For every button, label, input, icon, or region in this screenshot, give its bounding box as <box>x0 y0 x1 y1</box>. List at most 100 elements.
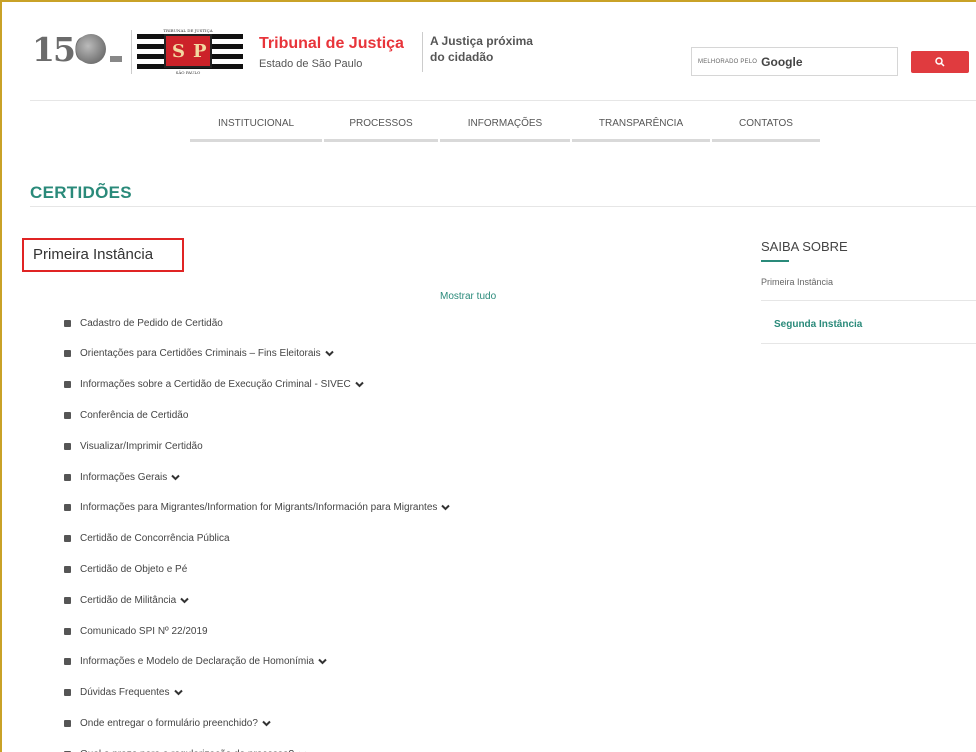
nav-contatos[interactable]: CONTATOS <box>712 118 820 142</box>
nav-underline <box>572 139 710 142</box>
flag-letter-1: S <box>172 41 185 62</box>
list-item[interactable]: Informações e Modelo de Declaração de Ho… <box>64 655 327 669</box>
list-item[interactable]: Qual o prazo para a regularização do pro… <box>64 747 307 752</box>
list-item-label: Certidão de Concorrência Pública <box>80 533 230 545</box>
list-item[interactable]: Informações para Migrantes/Information f… <box>64 501 451 515</box>
list-item-label: Informações sobre a Certidão de Execução… <box>80 379 351 391</box>
page-frame <box>0 0 976 752</box>
flag-top-text: TRIBUNAL DE JUSTIÇA <box>163 28 213 33</box>
list-item[interactable]: Visualizar/Imprimir Certidão <box>64 439 203 453</box>
bullet-icon <box>64 627 71 635</box>
nav-processos[interactable]: PROCESSOS <box>324 118 438 142</box>
show-all-link[interactable]: Mostrar tudo <box>440 291 496 302</box>
bullet-icon <box>64 596 71 604</box>
nav-label: INFORMAÇÕES <box>467 118 543 129</box>
nav-transparencia[interactable]: TRANSPARÊNCIA <box>572 118 710 142</box>
sidebar-divider <box>761 300 976 301</box>
nav-underline <box>190 139 322 142</box>
bullet-icon <box>64 689 71 697</box>
list-item[interactable]: Certidão de Objeto e Pé <box>64 562 187 576</box>
slogan: A Justiça próxima do cidadão <box>430 33 533 65</box>
list-item-label: Comunicado SPI Nº 22/2019 <box>80 625 208 637</box>
list-item[interactable]: Informações Gerais <box>64 470 180 484</box>
sidebar-item-segunda-instancia[interactable]: Segunda Instância <box>774 319 862 330</box>
sidebar-divider <box>761 343 976 344</box>
globe-icon <box>76 34 106 64</box>
list-item-label: Informações Gerais <box>80 471 168 483</box>
search-input[interactable]: MELHORADO PELO Google <box>691 47 898 76</box>
bullet-icon <box>64 565 71 573</box>
bullet-icon <box>64 381 71 389</box>
search-button[interactable] <box>911 51 969 73</box>
list-item[interactable]: Dúvidas Frequentes <box>64 686 183 700</box>
nav-institucional[interactable]: INSTITUCIONAL <box>190 118 322 142</box>
chevron-down-icon[interactable] <box>318 658 327 665</box>
sidebar-title-underline <box>761 260 789 262</box>
sao-paulo-flag-logo[interactable]: TRIBUNAL DE JUSTIÇA S P SÃO PAULO <box>137 28 243 76</box>
nav-underline <box>324 139 438 142</box>
section-title: Primeira Instância <box>33 246 154 263</box>
nav-underline <box>440 139 570 142</box>
header-divider <box>131 30 132 74</box>
list-item-label: Conferência de Certidão <box>80 409 189 421</box>
flag-letter-2: P <box>193 41 207 62</box>
list-item-label: Cadastro de Pedido de Certidão <box>80 317 223 329</box>
bullet-icon <box>64 473 71 481</box>
sidebar-title: SAIBA SOBRE <box>761 239 848 254</box>
bullet-icon <box>64 504 71 512</box>
chevron-down-icon[interactable] <box>441 504 451 511</box>
list-item-label: Visualizar/Imprimir Certidão <box>80 440 203 452</box>
chevron-down-icon[interactable] <box>180 597 189 604</box>
nav-underline <box>712 139 820 142</box>
bullet-icon <box>64 442 71 450</box>
list-item[interactable]: Comunicado SPI Nº 22/2019 <box>64 624 208 638</box>
header-divider-line <box>30 100 976 101</box>
bullet-icon <box>64 350 71 358</box>
sidebar-item-primeira-instancia[interactable]: Primeira Instância <box>761 277 833 287</box>
slogan-line-2: do cidadão <box>430 50 494 64</box>
main-nav: INSTITUCIONAL PROCESSOS INFORMAÇÕES TRAN… <box>0 118 976 148</box>
search-prefix: MELHORADO PELO <box>698 58 758 65</box>
nav-informacoes[interactable]: INFORMAÇÕES <box>440 118 570 142</box>
chevron-down-icon[interactable] <box>171 474 180 481</box>
logo-badge <box>110 56 122 62</box>
list-item-label: Certidão de Militância <box>80 594 177 606</box>
search-icon <box>935 57 945 67</box>
list-item[interactable]: Conferência de Certidão <box>64 408 188 422</box>
list-item-label: Informações e Modelo de Declaração de Ho… <box>80 656 315 668</box>
slogan-line-1: A Justiça próxima <box>430 34 533 48</box>
list-item[interactable]: Onde entregar o formulário preenchido? <box>64 716 271 730</box>
flag-bottom-text: SÃO PAULO <box>175 70 201 75</box>
bullet-icon <box>64 658 71 666</box>
list-item-label: Orientações para Certidões Criminais – F… <box>80 348 321 360</box>
list-item-label: Informações para Migrantes/Information f… <box>80 502 438 514</box>
page-title: CERTIDÕES <box>30 183 132 202</box>
chevron-down-icon[interactable] <box>354 381 364 388</box>
chevron-down-icon[interactable] <box>324 350 334 357</box>
court-state: Estado de São Paulo <box>259 58 363 70</box>
bullet-icon <box>64 719 71 727</box>
list-item[interactable]: Informações sobre a Certidão de Execução… <box>64 378 364 392</box>
list-item-label: Onde entregar o formulário preenchido? <box>80 717 258 729</box>
nav-label: CONTATOS <box>739 118 793 129</box>
bullet-icon <box>64 411 71 419</box>
bullet-icon <box>64 535 71 543</box>
flag-emblem: S P <box>164 34 212 68</box>
chevron-down-icon[interactable] <box>173 689 183 696</box>
court-name[interactable]: Tribunal de Justiça <box>259 35 404 53</box>
list-item-label: Dúvidas Frequentes <box>80 687 170 699</box>
title-divider <box>30 206 976 207</box>
list-item[interactable]: Orientações para Certidões Criminais – F… <box>64 347 334 361</box>
google-brand: Google <box>761 54 803 69</box>
bullet-icon <box>64 319 71 327</box>
chevron-down-icon[interactable] <box>262 720 271 727</box>
list-item[interactable]: Cadastro de Pedido de Certidão <box>64 316 223 330</box>
nav-label: PROCESSOS <box>349 118 413 129</box>
nav-label: TRANSPARÊNCIA <box>598 118 684 129</box>
list-item-label: Certidão de Objeto e Pé <box>80 563 188 575</box>
list-item[interactable]: Certidão de Militância <box>64 593 189 607</box>
nav-label: INSTITUCIONAL <box>217 118 295 129</box>
header-divider <box>422 32 423 72</box>
tjsp-150-years-logo[interactable]: 150 <box>30 30 122 76</box>
list-item[interactable]: Certidão de Concorrência Pública <box>64 532 230 546</box>
